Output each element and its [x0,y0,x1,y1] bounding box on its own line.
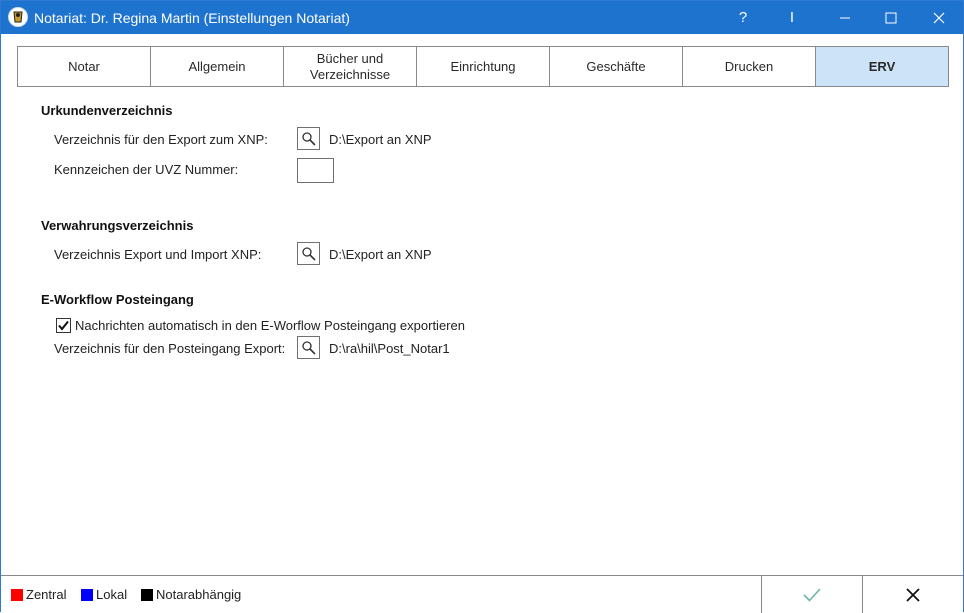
settings-window: Notariat: Dr. Regina Martin (Einstellung… [0,0,964,613]
tab-einrichtung[interactable]: Einrichtung [417,47,550,86]
close-icon [906,587,920,602]
close-window-button[interactable] [916,1,962,34]
section-title-eworkflow: E-Workflow Posteingang [41,292,194,307]
close-icon [933,12,945,23]
urkunden-export-browse-button[interactable] [297,127,320,150]
settings-tab-bar: Notar Allgemein Bücher und Verzeichnisse… [17,46,949,87]
ok-button[interactable] [761,576,862,613]
verwahrung-export-browse-button[interactable] [297,242,320,265]
help-button[interactable]: ? [720,1,766,34]
legend-zentral: Zentral [11,587,66,602]
uvz-label: Kennzeichen der UVZ Nummer: [54,162,239,177]
window-title: Notariat: Dr. Regina Martin (Einstellung… [34,10,350,26]
maximize-button[interactable] [868,1,914,34]
urkunden-export-path: D:\Export an XNP [329,132,432,147]
info-button[interactable]: I [769,1,815,34]
verwahrung-export-label: Verzeichnis Export und Import XNP: [54,247,262,262]
magnifier-icon [301,131,316,146]
maximize-icon [885,12,897,23]
tab-drucken[interactable]: Drucken [683,47,816,86]
title-bar[interactable]: Notariat: Dr. Regina Martin (Einstellung… [1,1,963,34]
tab-allgemein[interactable]: Allgemein [151,47,284,86]
tab-geschaefte[interactable]: Geschäfte [550,47,683,86]
minimize-button[interactable] [822,1,868,34]
verwahrung-export-path: D:\Export an XNP [329,247,432,262]
legend-label: Notarabhängig [156,587,242,602]
footer-bar: Zentral Lokal Notarabhängig [1,575,963,613]
section-title-urkundenverzeichnis: Urkundenverzeichnis [41,103,173,118]
app-logo-icon [8,7,28,27]
legend-swatch-blue [81,588,93,601]
eworkflow-auto-export-checkbox[interactable] [56,318,71,333]
legend-swatch-red [11,588,23,601]
tab-buecher-und-verzeichnisse[interactable]: Bücher und Verzeichnisse [284,47,417,86]
eworkflow-export-label: Verzeichnis für den Posteingang Export: [54,341,286,356]
urkunden-export-label: Verzeichnis für den Export zum XNP: [54,132,268,147]
legend-notarabhaengig: Notarabhängig [141,587,241,602]
eworkflow-export-browse-button[interactable] [297,336,320,359]
legend-lokal: Lokal [81,587,127,602]
eworkflow-export-path: D:\ra\hil\Post_Notar1 [329,341,450,356]
legend-label: Lokal [96,587,128,602]
section-title-verwahrungsverzeichnis: Verwahrungsverzeichnis [41,218,194,233]
checkmark-icon [803,587,821,602]
magnifier-icon [301,340,316,355]
tab-notar[interactable]: Notar [18,47,151,86]
legend-label: Zentral [26,587,67,602]
eworkflow-checkbox-label[interactable]: Nachrichten automatisch in den E-Worflow… [75,318,465,333]
legend-swatch-black [141,588,153,601]
minimize-icon [840,17,850,18]
checkmark-icon [58,320,69,331]
magnifier-icon [301,246,316,261]
uvz-kennzeichen-input[interactable] [297,158,334,183]
tab-erv[interactable]: ERV [816,47,948,86]
cancel-button[interactable] [862,576,963,613]
